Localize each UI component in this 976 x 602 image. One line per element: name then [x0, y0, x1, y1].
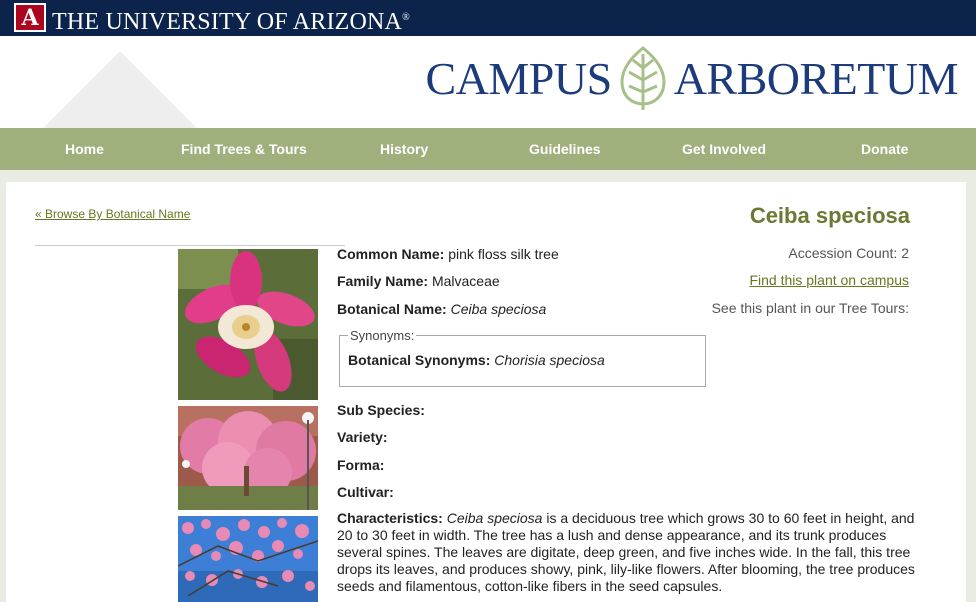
variety-label: Variety:	[337, 429, 388, 445]
sub-species-row: Sub Species:	[337, 401, 425, 419]
characteristics-species: Ceiba speciosa	[446, 510, 543, 526]
accession-count: Accession Count: 2	[788, 245, 909, 261]
nav-get-involved[interactable]: Get Involved	[682, 128, 766, 170]
botanical-name-row: Botanical Name: Ceiba speciosa	[337, 300, 546, 318]
university-bar: A The University of Arizona®	[0, 0, 976, 36]
browse-by-botanical-name-link[interactable]: « Browse By Botanical Name	[35, 207, 190, 221]
common-name-value: pink floss silk tree	[448, 246, 559, 262]
page-title: Ceiba speciosa	[749, 203, 910, 228]
divider	[35, 245, 345, 246]
photo-flower-closeup[interactable]	[178, 249, 318, 400]
nav-history[interactable]: History	[380, 128, 428, 170]
botanical-name-value: Ceiba speciosa	[450, 301, 547, 317]
university-logo-icon[interactable]: A	[14, 3, 46, 32]
botanical-synonyms-label: Botanical Synonyms:	[348, 352, 491, 368]
flowering-tree-icon	[178, 406, 318, 510]
nav-find-trees-tours[interactable]: Find Trees & Tours	[181, 128, 307, 170]
main-nav: Home Find Trees & Tours History Guidelin…	[0, 128, 976, 170]
campus-arboretum-logo[interactable]: Campus Arboretum	[425, 44, 959, 114]
botanical-name-label: Botanical Name:	[337, 301, 447, 317]
family-name-value: Malvaceae	[431, 273, 500, 289]
botanical-synonyms-value: Chorisia speciosa	[494, 352, 605, 368]
synonyms-legend: Synonyms:	[348, 328, 417, 343]
main-content: « Browse By Botanical Name Ceiba specios…	[6, 182, 966, 602]
pink-blossoms-sky-icon	[178, 516, 318, 602]
cultivar-label: Cultivar:	[337, 484, 394, 500]
photo-flowering-tree[interactable]	[178, 406, 318, 510]
family-name-label: Family Name:	[337, 273, 429, 289]
brand-word-arboretum: Arboretum	[673, 53, 959, 104]
leaf-logo-icon	[620, 46, 666, 110]
brand-word-campus: Campus	[425, 53, 612, 104]
header-decoration	[35, 51, 205, 128]
forma-row: Forma:	[337, 456, 384, 474]
common-name-label: Common Name:	[337, 246, 445, 262]
variety-row: Variety:	[337, 428, 388, 446]
forma-label: Forma:	[337, 457, 385, 473]
tree-tours-text: See this plant in our Tree Tours:	[711, 300, 909, 316]
find-plant-on-campus-link[interactable]: Find this plant on campus	[749, 272, 909, 288]
characteristics-paragraph: Characteristics: Ceiba speciosa is a dec…	[337, 510, 927, 595]
photo-pink-blossoms[interactable]	[178, 516, 318, 602]
nav-home[interactable]: Home	[65, 128, 104, 170]
characteristics-label: Characteristics:	[337, 510, 443, 526]
botanical-synonyms-row: Botanical Synonyms: Chorisia speciosa	[348, 352, 605, 368]
cultivar-row: Cultivar:	[337, 483, 394, 501]
family-name-row: Family Name: Malvaceae	[337, 272, 500, 290]
nav-guidelines[interactable]: Guidelines	[529, 128, 601, 170]
sub-species-label: Sub Species:	[337, 402, 425, 418]
synonyms-fieldset: Synonyms: Botanical Synonyms: Chorisia s…	[339, 328, 706, 387]
pink-flower-closeup-icon	[178, 249, 318, 400]
university-name-link[interactable]: The University of Arizona®	[52, 5, 410, 35]
common-name-row: Common Name: pink floss silk tree	[337, 245, 559, 263]
nav-donate[interactable]: Donate	[861, 128, 908, 170]
site-header: Campus Arboretum	[0, 36, 976, 128]
